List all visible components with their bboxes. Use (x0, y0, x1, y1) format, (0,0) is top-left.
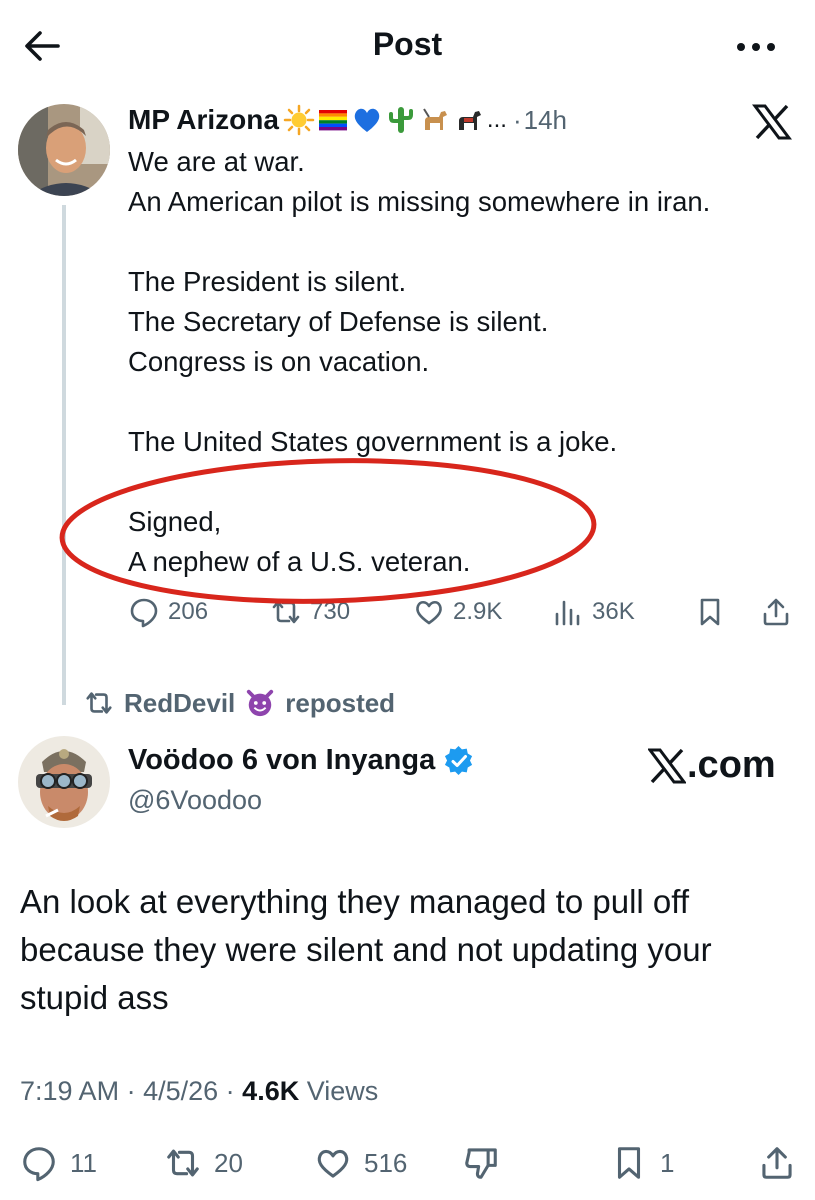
quoted-action-bar: 206 730 2.9K 36K (0, 596, 815, 636)
repost-icon (86, 692, 112, 714)
main-post-text: An look at everything they managed to pu… (20, 878, 810, 1022)
like-button[interactable]: 2.9K (413, 596, 502, 628)
bookmark-button[interactable]: 1 (610, 1144, 674, 1182)
reply-icon (23, 1147, 55, 1182)
text-line: The President is silent. (128, 266, 407, 297)
quoted-author-row: MP Arizona ... · 14h (128, 102, 567, 138)
share-icon (762, 1147, 792, 1179)
repost-button[interactable]: 730 (270, 596, 350, 628)
reposter-name[interactable]: RedDevil (124, 688, 235, 719)
post-time[interactable]: 7:19 AM (20, 1076, 119, 1106)
post-metadata: 7:19 AM · 4/5/26 · 4.6K Views (20, 1076, 378, 1107)
bookmark-icon (617, 1147, 641, 1179)
repost-icon (167, 1149, 199, 1177)
reply-count: 206 (168, 598, 209, 625)
text-line: because they were silent and not updatin… (20, 931, 712, 968)
views-count: 36K (592, 598, 635, 625)
post-date[interactable]: 4/5/26 (143, 1076, 218, 1106)
repost-count: 20 (214, 1147, 243, 1178)
reply-icon (130, 598, 158, 628)
cactus-emoji (388, 107, 413, 133)
like-count: 2.9K (453, 598, 503, 625)
name-ellipsis: ... (486, 106, 507, 133)
watermark-text: .com (687, 744, 776, 786)
downvote-button[interactable] (462, 1144, 500, 1182)
reply-count: 11 (70, 1147, 97, 1178)
bookmark-button[interactable] (694, 596, 726, 628)
avatar[interactable] (18, 104, 110, 196)
main-action-bar: 11 20 516 1 (0, 1144, 815, 1188)
heart-icon (317, 1149, 349, 1178)
views-count: 4.6K (242, 1076, 300, 1106)
repost-label: reposted (285, 687, 396, 718)
avatar[interactable] (18, 736, 110, 828)
repost-button[interactable]: 20 (164, 1144, 243, 1182)
reply-button[interactable]: 11 (20, 1144, 97, 1182)
text-line: stupid ass (20, 979, 169, 1016)
author-name[interactable]: MP Arizona (128, 104, 279, 136)
share-button[interactable] (758, 1144, 796, 1182)
page-title: Post (372, 26, 443, 62)
share-icon (763, 598, 789, 626)
separator-dot: · (512, 104, 522, 135)
x-logo-icon (648, 748, 686, 783)
text-line: We are at war. (128, 146, 305, 177)
text-line: The United States government is a joke. (128, 426, 618, 457)
guide-dog-emoji (423, 108, 447, 130)
rainbow-flag-emoji (318, 110, 347, 131)
separator-dot: · (225, 1076, 243, 1106)
views-icon (555, 600, 580, 626)
repost-icon (272, 600, 300, 624)
top-bar: Post (0, 0, 815, 92)
text-line: Congress is on vacation. (128, 346, 430, 377)
thumbs-down-icon (465, 1148, 497, 1179)
bookmark-icon (700, 598, 720, 626)
repost-count: 730 (310, 598, 351, 625)
heart-icon (416, 600, 442, 625)
text-line: An American pilot is missing somewhere i… (128, 186, 711, 217)
like-count: 516 (364, 1147, 408, 1178)
text-line: An look at everything they managed to pu… (20, 883, 689, 920)
more-horizontal-icon[interactable] (734, 40, 778, 54)
text-line: A nephew of a U.S. veteran. (128, 546, 471, 577)
quoted-post-text: We are at war. An American pilot is miss… (128, 142, 798, 582)
text-line: The Secretary of Defense is silent. (128, 306, 549, 337)
service-dog-emoji (458, 111, 481, 130)
views-button[interactable]: 36K (552, 596, 635, 628)
views-label: Views (306, 1076, 379, 1106)
sun-emoji (283, 104, 315, 136)
blue-heart-emoji (354, 108, 380, 132)
main-author-row: Voödoo 6 von Inyanga (128, 744, 475, 777)
text-line: Signed, (128, 506, 222, 537)
name-emojis (283, 104, 485, 136)
share-button[interactable] (760, 596, 792, 628)
verified-badge-icon (445, 745, 473, 775)
x-com-watermark: .com (648, 744, 776, 787)
x-logo-icon (752, 104, 792, 140)
repost-banner: RedDevil reposted (84, 686, 395, 720)
author-handle[interactable]: @6Voodoo (128, 785, 262, 816)
author-name[interactable]: Voödoo 6 von Inyanga (128, 744, 435, 777)
like-button[interactable]: 516 (314, 1144, 407, 1182)
post-time[interactable]: 14h (524, 105, 567, 136)
smiling-devil-emoji (247, 689, 274, 717)
reply-button[interactable]: 206 (128, 596, 208, 628)
bookmark-count: 1 (660, 1147, 675, 1178)
separator-dot: · (126, 1076, 144, 1106)
